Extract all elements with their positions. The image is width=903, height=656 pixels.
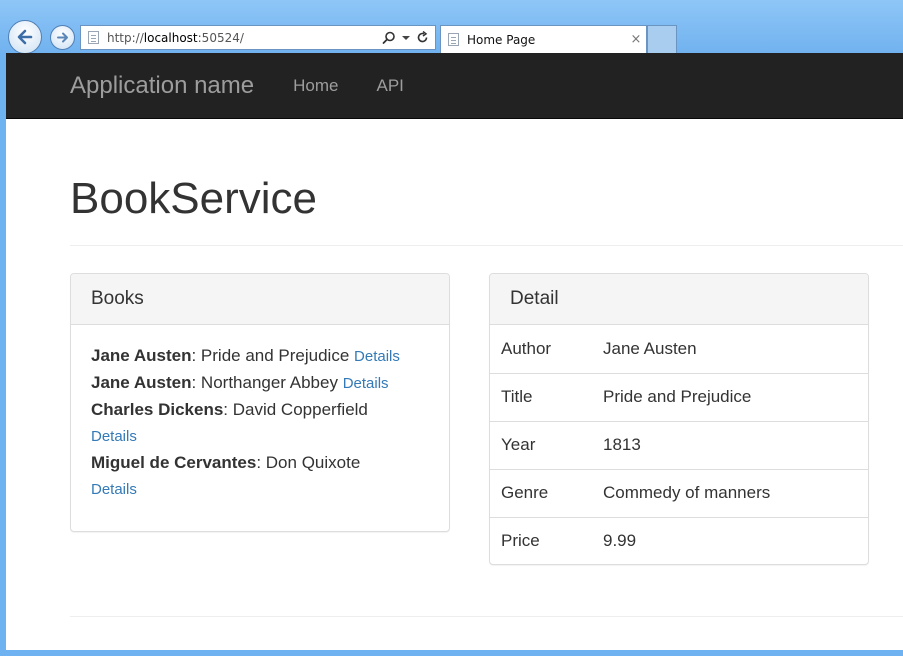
detail-value: 9.99 xyxy=(603,516,868,565)
address-bar[interactable]: http://localhost:50524/ xyxy=(80,25,436,50)
table-row: Title Pride and Prejudice xyxy=(490,372,868,421)
detail-value: 1813 xyxy=(603,420,868,469)
page-icon xyxy=(88,31,99,44)
tab-page-icon xyxy=(448,33,459,46)
back-arrow-icon xyxy=(17,29,33,45)
nav-link-api[interactable]: API xyxy=(376,76,403,96)
search-icon[interactable] xyxy=(382,31,396,45)
details-link[interactable]: Details xyxy=(91,428,137,445)
table-row: Price 9.99 xyxy=(490,516,868,565)
book-separator: : xyxy=(256,453,266,472)
new-tab-button[interactable] xyxy=(647,25,677,53)
window-bottom-border xyxy=(0,650,903,656)
detail-value: Jane Austen xyxy=(603,338,697,358)
page-title: BookService xyxy=(70,174,318,223)
nav-link-home[interactable]: Home xyxy=(293,76,338,96)
top-navbar: Application name Home API xyxy=(6,53,903,119)
details-link[interactable]: Details xyxy=(343,375,389,392)
book-title: Don Quixote xyxy=(265,453,361,472)
book-separator: : xyxy=(223,400,233,419)
book-author: Jane Austen xyxy=(91,346,192,365)
detail-label: Year xyxy=(490,420,603,469)
books-list: Jane Austen: Pride and Prejudice Details… xyxy=(71,325,449,521)
book-separator: : xyxy=(191,346,201,365)
tab-home-page[interactable]: Home Page × xyxy=(440,25,647,53)
detail-label: Author xyxy=(501,338,552,358)
detail-label: Genre xyxy=(490,468,603,517)
footer-divider xyxy=(70,616,903,617)
list-item: Charles Dickens: David Copperfield Detai… xyxy=(91,397,429,450)
url-text[interactable]: http://localhost:50524/ xyxy=(107,31,382,45)
url-scheme: http:// xyxy=(107,30,144,45)
divider xyxy=(70,245,903,246)
detail-panel-heading: Detail xyxy=(490,274,868,325)
main-container: BookService Books Jane Austen: Pride and… xyxy=(70,119,903,617)
book-author: Charles Dickens xyxy=(91,400,224,419)
list-item: Jane Austen: Northanger Abbey Details xyxy=(91,370,429,397)
tab-title: Home Page xyxy=(467,32,536,47)
detail-value: Pride and Prejudice xyxy=(603,372,868,421)
navbar-brand[interactable]: Application name xyxy=(70,72,254,100)
list-item: Jane Austen: Pride and Prejudice Details xyxy=(91,343,429,370)
detail-panel: Detail Author Jane Austen Title Pride an… xyxy=(489,273,869,565)
list-item: Miguel de Cervantes: Don Quixote Details xyxy=(91,450,429,503)
book-title: David Copperfield xyxy=(232,400,368,419)
page-viewport: Application name Home API BookService Bo… xyxy=(6,53,903,650)
back-button[interactable] xyxy=(8,20,42,54)
browser-chrome: http://localhost:50524/ Home Page × xyxy=(0,0,903,54)
book-title: Pride and Prejudice xyxy=(200,346,350,365)
forward-arrow-icon xyxy=(57,32,68,43)
close-tab-icon[interactable]: × xyxy=(626,32,646,47)
url-port: :50524/ xyxy=(197,30,244,45)
books-panel: Books Jane Austen: Pride and Prejudice D… xyxy=(70,273,450,532)
book-separator: : xyxy=(191,373,201,392)
books-panel-heading: Books xyxy=(71,274,449,325)
book-author: Jane Austen xyxy=(91,373,192,392)
table-row: Author Jane Austen xyxy=(490,325,868,373)
details-link[interactable]: Details xyxy=(91,481,137,498)
book-author: Miguel de Cervantes xyxy=(91,453,257,472)
forward-button[interactable] xyxy=(50,25,75,50)
table-row: Year 1813 xyxy=(490,420,868,469)
book-title: Northanger Abbey xyxy=(200,373,338,392)
dropdown-caret-icon[interactable] xyxy=(402,35,410,41)
detail-label: Title xyxy=(490,372,603,421)
detail-value: Commedy of manners xyxy=(603,468,868,517)
url-host: localhost xyxy=(143,30,198,45)
refresh-icon[interactable] xyxy=(416,31,429,44)
detail-table: Author Jane Austen Title Pride and Preju… xyxy=(490,325,868,565)
detail-label: Price xyxy=(490,516,603,565)
details-link[interactable]: Details xyxy=(354,348,400,365)
table-row: Genre Commedy of manners xyxy=(490,468,868,517)
